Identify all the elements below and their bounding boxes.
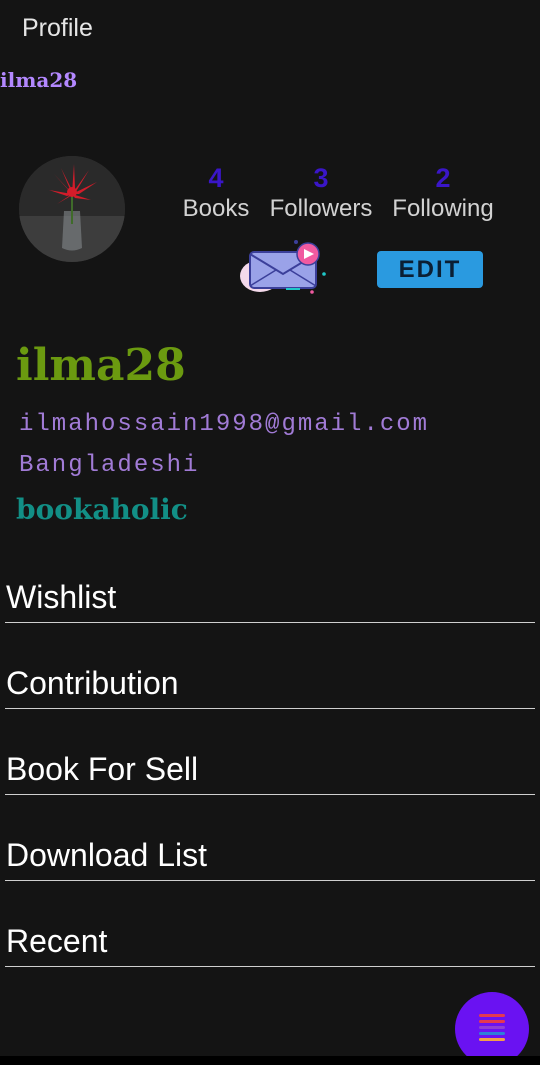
system-nav-bar xyxy=(0,1056,540,1065)
profile-country: Bangladeshi xyxy=(19,452,200,479)
books-count: 4 xyxy=(208,163,224,193)
profile-menu: Wishlist Contribution Book For Sell Down… xyxy=(5,560,535,967)
page-title: Profile xyxy=(22,14,93,42)
profile-screen: Profile ilma28 4 Books 3 Followers 2 Fol… xyxy=(0,0,540,1065)
profile-email: ilmahossain1998@gmail.com xyxy=(19,411,430,438)
header-username: ilma28 xyxy=(0,68,78,92)
menu-item-download-list[interactable]: Download List xyxy=(5,795,535,881)
menu-item-book-for-sell[interactable]: Book For Sell xyxy=(5,709,535,795)
following-label: Following xyxy=(392,195,494,222)
stat-following[interactable]: 2 Following xyxy=(388,162,498,224)
edit-profile-button[interactable]: EDIT xyxy=(377,251,483,288)
following-count: 2 xyxy=(435,163,451,193)
stat-followers[interactable]: 3 Followers xyxy=(266,162,376,224)
envelope-icon xyxy=(240,240,326,294)
menu-item-wishlist[interactable]: Wishlist xyxy=(5,560,535,623)
followers-count: 3 xyxy=(313,163,329,193)
avatar[interactable] xyxy=(19,156,125,262)
flower-photo xyxy=(19,156,125,262)
stat-books[interactable]: 4 Books xyxy=(180,162,252,224)
fab-menu-button[interactable] xyxy=(455,992,529,1065)
menu-lines-icon xyxy=(479,1014,505,1041)
menu-item-contribution[interactable]: Contribution xyxy=(5,623,535,709)
menu-item-recent[interactable]: Recent xyxy=(5,881,535,967)
profile-name: ilma28 xyxy=(16,340,186,391)
followers-label: Followers xyxy=(269,195,373,222)
message-button[interactable] xyxy=(238,238,330,296)
books-label: Books xyxy=(182,195,250,222)
profile-bio: bookaholic xyxy=(16,493,188,526)
